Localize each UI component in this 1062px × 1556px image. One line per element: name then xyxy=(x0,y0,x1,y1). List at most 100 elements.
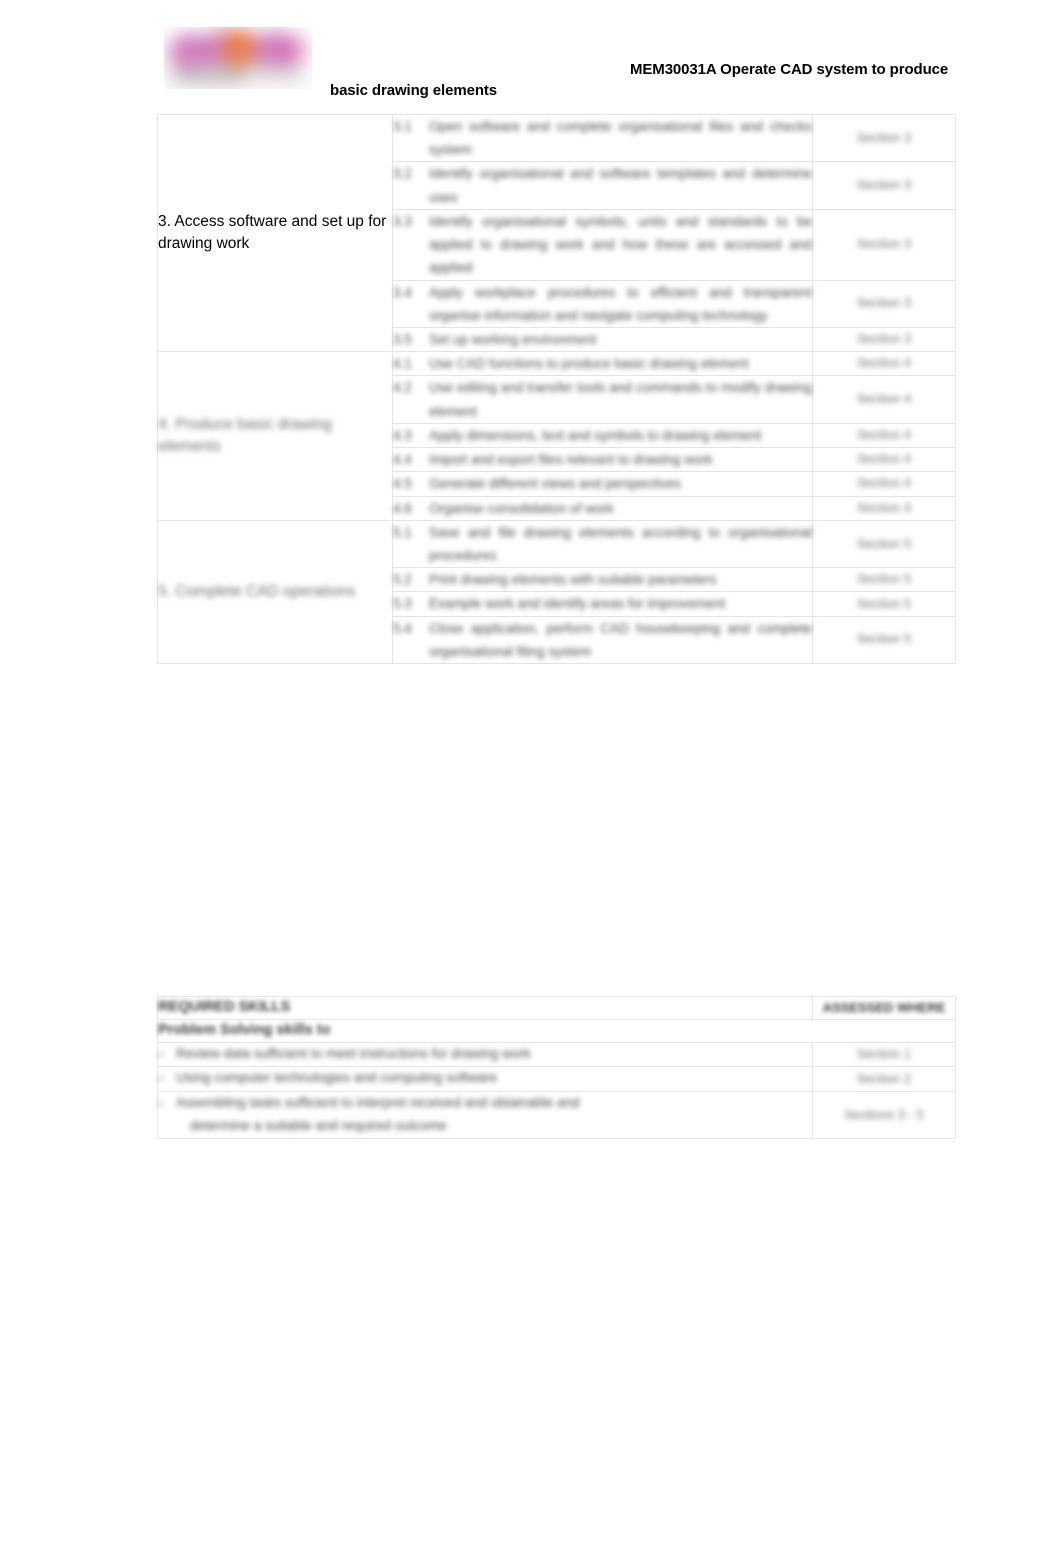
performance-criteria-cell: 5.1 Save and file drawing elements accor… xyxy=(392,519,813,569)
section-reference-cell: Section 3 xyxy=(812,208,956,281)
skills-heading-row: REQUIRED SKILLS ASSESSED WHERE xyxy=(157,996,956,1020)
section-reference: Section 5 xyxy=(856,571,912,587)
performance-criteria-cell: 5.2 Print drawing elements with suitable… xyxy=(392,567,813,593)
skill-section-reference: Section 1 xyxy=(856,1046,912,1062)
skills-heading-section: ASSESSED WHERE xyxy=(822,999,946,1015)
section-reference-cell: Section 4 xyxy=(812,351,956,377)
skill-bullet-text: Assembling tasks sufficient to interpret… xyxy=(176,1092,812,1138)
list-item: • Using computer technologies and comput… xyxy=(157,1066,956,1093)
criteria-text: Print drawing elements with suitable par… xyxy=(429,572,717,588)
document-title-line-1: MEM30031A Operate CAD system to produce xyxy=(630,61,949,78)
performance-criteria-cell: 4.3 Apply dimensions, text and symbols t… xyxy=(392,422,813,449)
criteria-number: 3.3 xyxy=(393,213,412,229)
document-title-line-2: basic drawing elements xyxy=(330,82,498,99)
criteria-text: Organise consolidation of work xyxy=(429,500,614,516)
criteria-number: 5.4 xyxy=(393,620,412,636)
performance-criteria-cell: 4.1 Use CAD functions to produce basic d… xyxy=(392,351,813,377)
section-reference-cell: Section 5 xyxy=(812,519,956,569)
section-reference-cell: Section 4 xyxy=(812,495,956,521)
criteria-text: Generate different views and perspective… xyxy=(429,476,681,492)
performance-criteria-table: 3. Access software and set up for drawin… xyxy=(157,113,956,665)
performance-criteria-cell: 3.3 Identify organisational symbols, uni… xyxy=(392,208,813,281)
criteria-number: 3.1 xyxy=(393,119,412,134)
criteria-text: Close application, perform CAD housekeep… xyxy=(429,620,812,659)
criteria-number: 3.5 xyxy=(393,331,412,347)
criteria-text: Save and file drawing elements according… xyxy=(429,524,812,563)
criteria-number: 4.1 xyxy=(393,356,412,372)
criteria-number: 4.6 xyxy=(393,500,412,516)
criteria-text: Apply workplace procedures to efficient … xyxy=(429,284,812,323)
section-reference-cell: Section 5 xyxy=(812,615,956,665)
performance-criteria-cell: 4.4 Import and export files relevant to … xyxy=(392,447,813,473)
criteria-text: Identify organisational symbols, units a… xyxy=(429,213,812,276)
performance-criteria-cell: 3.2 Identify organisational and software… xyxy=(392,161,813,210)
section-reference-cell: Section 3 xyxy=(812,279,956,328)
page-header: MEM30031A Operate CAD system to produce … xyxy=(0,0,1062,110)
section-reference-cell: Section 4 xyxy=(812,422,956,449)
skills-subheading-cell: Problem Solving skills to xyxy=(157,1018,956,1043)
performance-criteria-cell: 3.5 Set up working environment xyxy=(392,326,813,353)
performance-criteria-cell: 3.4 Apply workplace procedures to effici… xyxy=(392,279,813,328)
criteria-number: 4.4 xyxy=(393,452,412,468)
section-reference-cell: Section 3 xyxy=(812,161,956,210)
criteria-number: 3.2 xyxy=(393,166,412,182)
performance-criteria-cell: 4.5 Generate different views and perspec… xyxy=(392,471,813,497)
criteria-text: Identify organisational and software tem… xyxy=(429,166,812,205)
performance-criteria-cell: 4.2 Use editing and transfer tools and c… xyxy=(392,375,813,424)
logo-graphic xyxy=(164,27,312,89)
skills-subheading-row: Problem Solving skills to xyxy=(157,1018,956,1043)
section-reference: Section 3 xyxy=(856,129,912,145)
skills-subheading: Problem Solving skills to xyxy=(158,1021,331,1038)
criteria-group-cell: 3. Access software and set up for drawin… xyxy=(157,113,393,353)
section-reference-cell: Section 5 xyxy=(812,567,956,593)
section-reference: Section 5 xyxy=(856,631,912,647)
skill-section-cell: Section 2 xyxy=(812,1066,956,1093)
bullet-icon: • xyxy=(158,1096,163,1112)
skill-section-reference: Section 2 xyxy=(856,1071,912,1086)
list-item: • Assembling tasks sufficient to interpr… xyxy=(157,1091,956,1140)
criteria-number: 5.2 xyxy=(393,572,412,588)
required-skills-table: REQUIRED SKILLS ASSESSED WHERE Problem S… xyxy=(157,996,956,1140)
criteria-text: Example work and identify areas for impr… xyxy=(429,596,726,612)
criteria-group-label: 4. Produce basic drawing elements xyxy=(158,415,333,455)
criteria-group-label: 5. Complete CAD operations xyxy=(158,582,356,600)
bullet-icon: • xyxy=(158,1046,163,1062)
criteria-number: 3.4 xyxy=(393,284,412,300)
criteria-group-cell: 5. Complete CAD operations xyxy=(157,519,393,665)
skill-bullet-text: Review data sufficient to meet instructi… xyxy=(176,1045,531,1061)
section-reference: Section 3 xyxy=(856,236,912,252)
section-reference-cell: Section 4 xyxy=(812,375,956,424)
skills-heading-cell: REQUIRED SKILLS xyxy=(157,996,813,1020)
skill-section-reference: Sections 3 - 5 xyxy=(844,1106,924,1122)
performance-criteria-cell: 4.6 Organise consolidation of work xyxy=(392,495,813,521)
skill-bullet-cell: • Using computer technologies and comput… xyxy=(157,1066,813,1093)
section-reference: Section 4 xyxy=(856,355,912,371)
section-reference: Section 4 xyxy=(856,451,912,467)
skill-section-cell: Section 1 xyxy=(812,1041,956,1068)
criteria-text: Use editing and transfer tools and comma… xyxy=(429,380,812,419)
bullet-icon: • xyxy=(158,1071,163,1087)
performance-criteria-cell: 5.4 Close application, perform CAD house… xyxy=(392,615,813,665)
criteria-text: Set up working environment xyxy=(429,331,597,347)
skill-bullet-cell: • Review data sufficient to meet instruc… xyxy=(157,1041,813,1068)
criteria-number: 4.3 xyxy=(393,427,412,443)
section-reference-cell: Section 4 xyxy=(812,471,956,497)
section-reference: Section 5 xyxy=(856,535,912,551)
section-reference-cell: Section 4 xyxy=(812,447,956,473)
skills-heading-section-cell: ASSESSED WHERE xyxy=(812,996,956,1020)
criteria-text: Use CAD functions to produce basic drawi… xyxy=(429,356,749,372)
section-reference-cell: Section 5 xyxy=(812,591,956,617)
criteria-text: Apply dimensions, text and symbols to dr… xyxy=(429,427,762,443)
skill-bullet-line-1: Assembling tasks sufficient to interpret… xyxy=(176,1095,580,1111)
performance-criteria-cell: 5.3 Example work and identify areas for … xyxy=(392,591,813,617)
criteria-number: 4.5 xyxy=(393,476,412,492)
table-row: 5. Complete CAD operations 5.1 Save and … xyxy=(157,519,956,665)
criteria-number: 5.3 xyxy=(393,596,412,612)
skill-bullet-cell: • Assembling tasks sufficient to interpr… xyxy=(157,1091,813,1140)
section-reference: Section 5 xyxy=(856,595,912,611)
section-reference: Section 4 xyxy=(856,391,912,407)
section-reference: Section 4 xyxy=(856,475,912,491)
skill-bullet-text: Using computer technologies and computin… xyxy=(176,1070,498,1086)
criteria-text: Import and export files relevant to draw… xyxy=(429,452,713,468)
list-item: • Review data sufficient to meet instruc… xyxy=(157,1041,956,1068)
